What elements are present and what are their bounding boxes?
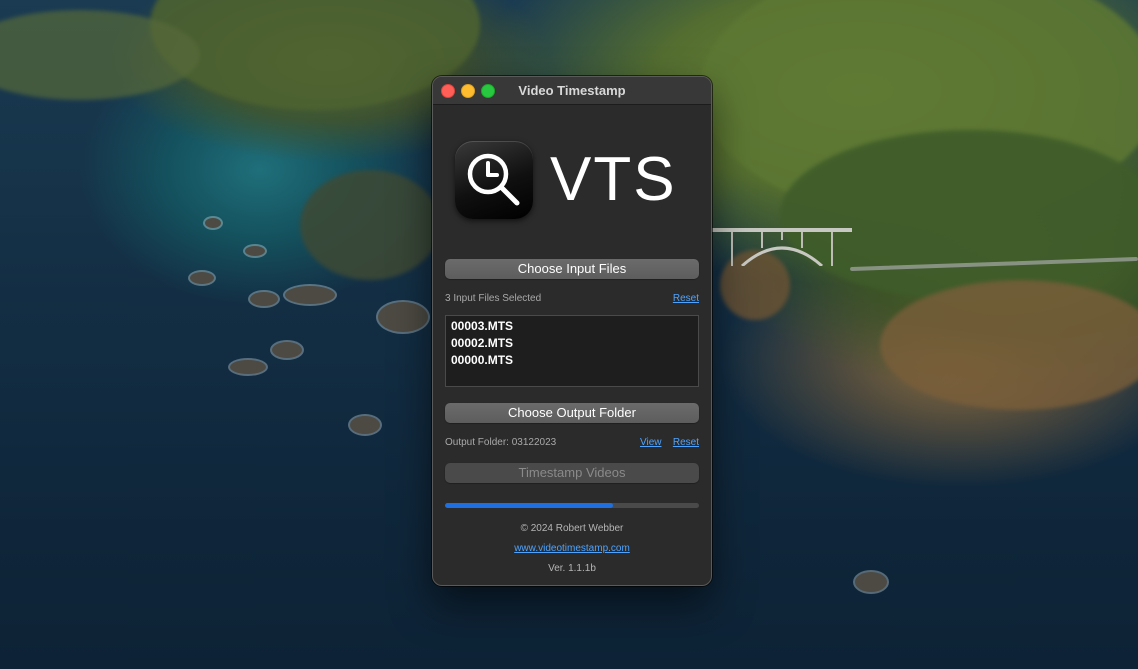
file-list-item[interactable]: 00003.MTS	[451, 318, 693, 335]
wallpaper-hill	[780, 130, 1138, 300]
title-bar[interactable]: Video Timestamp	[433, 77, 711, 105]
file-list-item[interactable]: 00002.MTS	[451, 335, 693, 352]
input-file-list[interactable]: 00003.MTS 00002.MTS 00000.MTS	[445, 315, 699, 387]
sea-rock	[285, 286, 335, 304]
sea-rock	[245, 246, 265, 256]
sea-rock	[230, 360, 266, 374]
wallpaper-cliff	[880, 280, 1138, 410]
bridge	[712, 226, 852, 268]
copyright-text: © 2024 Robert Webber	[520, 523, 624, 534]
wallpaper-cliff	[300, 170, 440, 280]
output-folder-text: Output Folder: 03122023	[445, 437, 557, 448]
sea-rock	[855, 572, 887, 592]
clock-magnifier-icon	[455, 141, 533, 219]
logo-area: VTS	[455, 141, 695, 221]
sea-rock	[272, 342, 302, 358]
progress-bar	[445, 503, 699, 508]
window-title: Video Timestamp	[518, 83, 626, 98]
sea-rock	[378, 302, 428, 332]
sea-rock	[350, 416, 380, 434]
logo-text: VTS	[550, 145, 677, 214]
app-window: Video Timestamp VTS Choose Input Files 3…	[432, 76, 712, 586]
version-text: Ver. 1.1.1b	[548, 563, 596, 574]
output-view-link[interactable]: View	[640, 437, 662, 448]
output-reset-link[interactable]: Reset	[673, 437, 699, 448]
choose-input-files-button[interactable]: Choose Input Files	[445, 259, 699, 279]
progress-fill	[445, 503, 613, 508]
website-link[interactable]: www.videotimestamp.com	[433, 543, 711, 554]
sea-rock	[205, 218, 221, 228]
timestamp-videos-button[interactable]: Timestamp Videos	[445, 463, 699, 483]
sea-rock	[250, 292, 278, 306]
input-reset-link[interactable]: Reset	[673, 293, 699, 304]
sea-rock	[190, 272, 214, 284]
file-list-item[interactable]: 00000.MTS	[451, 352, 693, 369]
input-status-text: 3 Input Files Selected	[445, 293, 542, 304]
choose-output-folder-button[interactable]: Choose Output Folder	[445, 403, 699, 423]
